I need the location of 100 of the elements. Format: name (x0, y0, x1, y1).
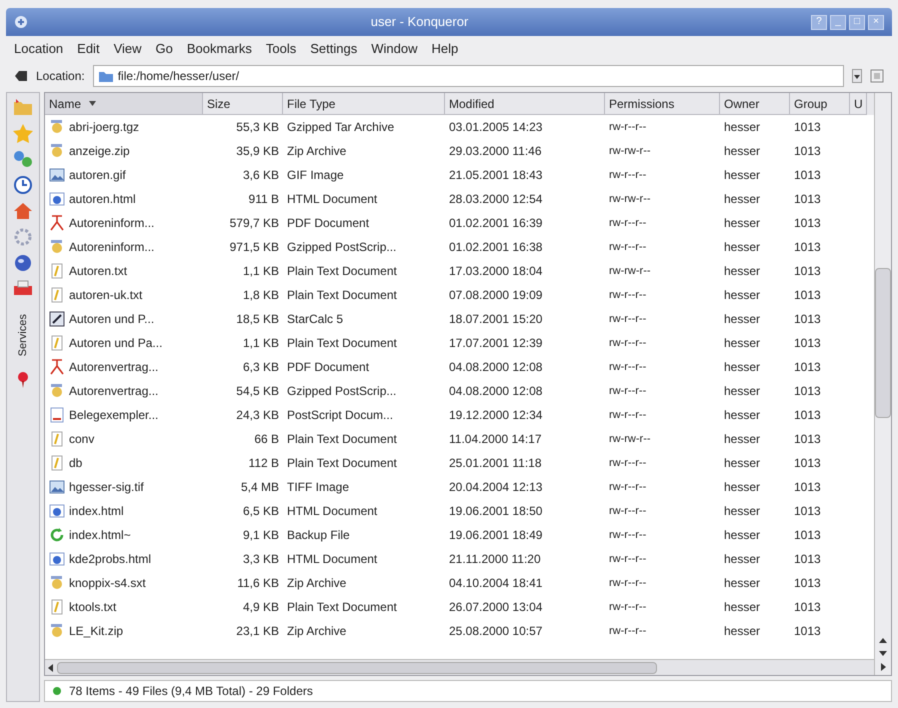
home-icon[interactable] (12, 201, 34, 221)
file-name[interactable]: autoren-uk.txt (69, 286, 142, 304)
table-cell-text: 1013 (793, 623, 822, 640)
table-cell-text: 1013 (793, 239, 822, 256)
table-cell-text: rw-r--r-- (608, 528, 648, 543)
table-cell-text: HTML Document (286, 551, 378, 568)
menu-item[interactable]: Bookmarks (186, 39, 252, 59)
backup-icon (49, 527, 65, 543)
file-name[interactable]: index.html~ (69, 526, 131, 544)
table-cell-text: rw-r--r-- (608, 240, 648, 255)
location-label: Location: (36, 68, 85, 85)
file-name[interactable]: Autoren und P... (69, 310, 154, 328)
table-cell-text: Zip Archive (286, 575, 348, 592)
archive-icon (49, 143, 65, 159)
file-name[interactable]: db (69, 454, 82, 472)
star-icon[interactable] (12, 123, 34, 143)
column-header[interactable]: Permissions (605, 93, 720, 115)
table-cell-text: 6,5 KB (242, 503, 280, 520)
table-cell-text: rw-r--r-- (608, 336, 648, 351)
table-cell-text: rw-r--r-- (608, 600, 648, 615)
menu-item[interactable]: Settings (310, 39, 358, 59)
menu-item[interactable]: Tools (266, 39, 296, 59)
table-cell-text: 1013 (793, 119, 822, 136)
table-cell-text: Gzipped Tar Archive (286, 119, 396, 136)
table-cell-text: 1013 (793, 191, 822, 208)
vertical-scrollbar[interactable] (874, 93, 891, 675)
table-cell-text: 18.07.2001 15:20 (448, 311, 544, 328)
file-name[interactable]: anzeige.zip (69, 142, 130, 160)
file-name[interactable]: hgesser-sig.tif (69, 478, 144, 496)
file-name[interactable]: Autorenvertrag... (69, 358, 158, 376)
table-cell-text: hesser (723, 503, 762, 520)
table-cell-text: PostScript Docum... (286, 407, 394, 424)
table-cell-text: 23,1 KB (235, 623, 280, 640)
menu-item[interactable]: Location (14, 39, 64, 59)
table-cell-text: 54,5 KB (235, 383, 280, 400)
column-header[interactable]: Name (45, 93, 203, 115)
column-header[interactable]: Modified (445, 93, 605, 115)
table-cell-text: PDF Document (286, 215, 370, 232)
file-name[interactable]: autoren.html (69, 190, 136, 208)
file-name[interactable]: Autoreninform... (69, 214, 154, 232)
table-cell-text: hesser (723, 335, 762, 352)
table-cell-text: 28.03.2000 12:54 (448, 191, 544, 208)
table-cell-text: 1013 (793, 263, 822, 280)
table-cell-text: hesser (723, 479, 762, 496)
table-cell-text: rw-rw-r-- (608, 264, 652, 279)
column-header[interactable]: Size (203, 93, 283, 115)
archive-icon (49, 575, 65, 591)
clear-icon[interactable] (14, 70, 28, 82)
table-cell-text: rw-r--r-- (608, 384, 648, 399)
table-cell-text: 971,5 KB (228, 239, 280, 256)
file-name[interactable]: conv (69, 430, 94, 448)
image-icon (49, 479, 65, 495)
table-cell-text: 3,6 KB (242, 167, 280, 184)
pdf-icon (49, 215, 65, 231)
menu-item[interactable]: Go (156, 39, 173, 59)
clock-icon[interactable] (12, 175, 34, 195)
table-cell-text: 4,9 KB (242, 599, 280, 616)
menu-item[interactable]: Help (431, 39, 458, 59)
archive-icon (49, 623, 65, 639)
file-name[interactable]: LE_Kit.zip (69, 622, 124, 640)
bookmark-icon[interactable] (870, 69, 884, 83)
network-icon[interactable] (12, 149, 34, 169)
status-text: 78 Items - 49 Files (9,4 MB Total) - 29 Folders (69, 683, 313, 700)
column-header[interactable]: U (850, 93, 867, 115)
table-cell-text: 1013 (793, 527, 822, 544)
right-arrow-icon[interactable] (878, 661, 888, 673)
file-name[interactable]: index.html (69, 502, 124, 520)
file-name[interactable]: Autoren.txt (69, 262, 128, 280)
file-name[interactable]: ktools.txt (69, 598, 116, 616)
globe-icon[interactable] (12, 253, 34, 273)
column-header[interactable]: Owner (720, 93, 790, 115)
column-header[interactable]: Group (790, 93, 850, 115)
text-file-icon (49, 455, 65, 471)
table-cell-text: 1013 (793, 551, 822, 568)
menu-item[interactable]: View (114, 39, 142, 59)
table-cell-text: 1,1 KB (242, 263, 280, 280)
location-field[interactable]: file:/home/hesser/user/ (92, 65, 844, 87)
file-name[interactable]: Autoreninform... (69, 238, 154, 256)
file-name[interactable]: Belegexempler... (69, 406, 158, 424)
file-name[interactable]: knoppix-s4.sxt (69, 574, 146, 592)
file-name[interactable]: kde2probs.html (69, 550, 152, 568)
dropdown-icon[interactable] (852, 69, 862, 83)
file-name[interactable]: abri-joerg.tgz (69, 118, 140, 136)
column-header[interactable]: File Type (283, 93, 445, 115)
table-cell-text: 01.02.2001 16:39 (448, 215, 544, 232)
table-cell-text: rw-rw-r-- (608, 192, 652, 207)
menu-item[interactable]: Window (371, 39, 418, 59)
table-cell-text: hesser (723, 455, 762, 472)
services-tab[interactable]: Services (13, 305, 33, 365)
table-cell-text: 04.08.2000 12:08 (448, 383, 544, 400)
file-name[interactable]: Autorenvertrag... (69, 382, 158, 400)
table-cell-text: 24,3 KB (235, 407, 280, 424)
table-cell-text: hesser (723, 623, 762, 640)
table-cell-text: 66 B (253, 431, 280, 448)
table-cell-text: 29.03.2000 11:46 (448, 143, 543, 160)
menu-item[interactable]: Edit (77, 39, 100, 59)
file-name[interactable]: autoren.gif (69, 166, 126, 184)
file-name[interactable]: Autoren und Pa... (69, 334, 162, 352)
pin-icon[interactable] (15, 371, 31, 389)
table-cell-text: 19.12.2000 12:34 (448, 407, 544, 424)
